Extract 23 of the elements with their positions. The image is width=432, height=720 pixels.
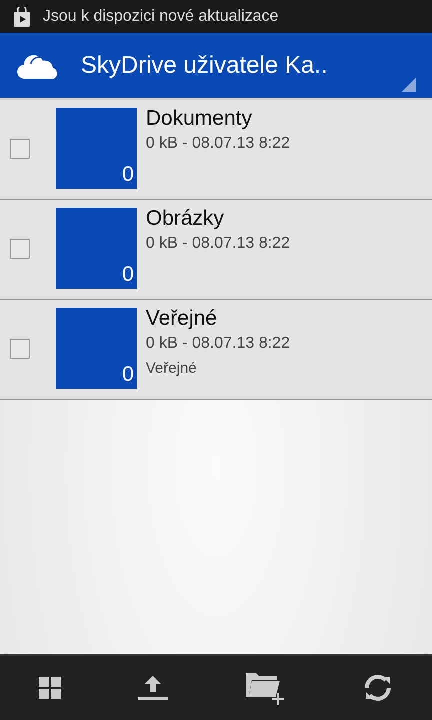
checkbox[interactable] (10, 339, 30, 359)
item-count: 0 (122, 163, 134, 187)
folder-details: 0 kB - 08.07.13 8:22 (146, 234, 290, 254)
checkbox[interactable] (10, 239, 30, 259)
checkbox[interactable] (10, 139, 30, 159)
folder-row[interactable]: 0 Veřejné 0 kB - 08.07.13 8:22 Veřejné (0, 300, 432, 400)
folder-row[interactable]: 0 Dokumenty 0 kB - 08.07.13 8:22 (0, 100, 432, 200)
account-dropdown[interactable]: SkyDrive uživatele Ka.. (81, 52, 328, 80)
folder-details: 0 kB - 08.07.13 8:22 (146, 334, 290, 354)
shopping-bag-icon (13, 6, 31, 26)
grid-view-button[interactable] (38, 676, 62, 700)
notification-text: Jsou k dispozici nové aktualizace (43, 8, 279, 26)
new-folder-button[interactable] (244, 671, 287, 705)
upload-button[interactable] (137, 675, 170, 701)
folder-details: 0 kB - 08.07.13 8:22 (146, 134, 290, 154)
sharing-label: Veřejné (146, 359, 198, 379)
folder-name: Obrázky (146, 206, 226, 232)
folder-name: Dokumenty (146, 106, 254, 132)
item-count: 0 (122, 263, 134, 287)
dropdown-corner-icon (402, 78, 416, 92)
item-count: 0 (122, 363, 134, 387)
folder-name: Veřejné (146, 306, 218, 332)
folder-row[interactable]: 0 Obrázky 0 kB - 08.07.13 8:22 (0, 200, 432, 300)
